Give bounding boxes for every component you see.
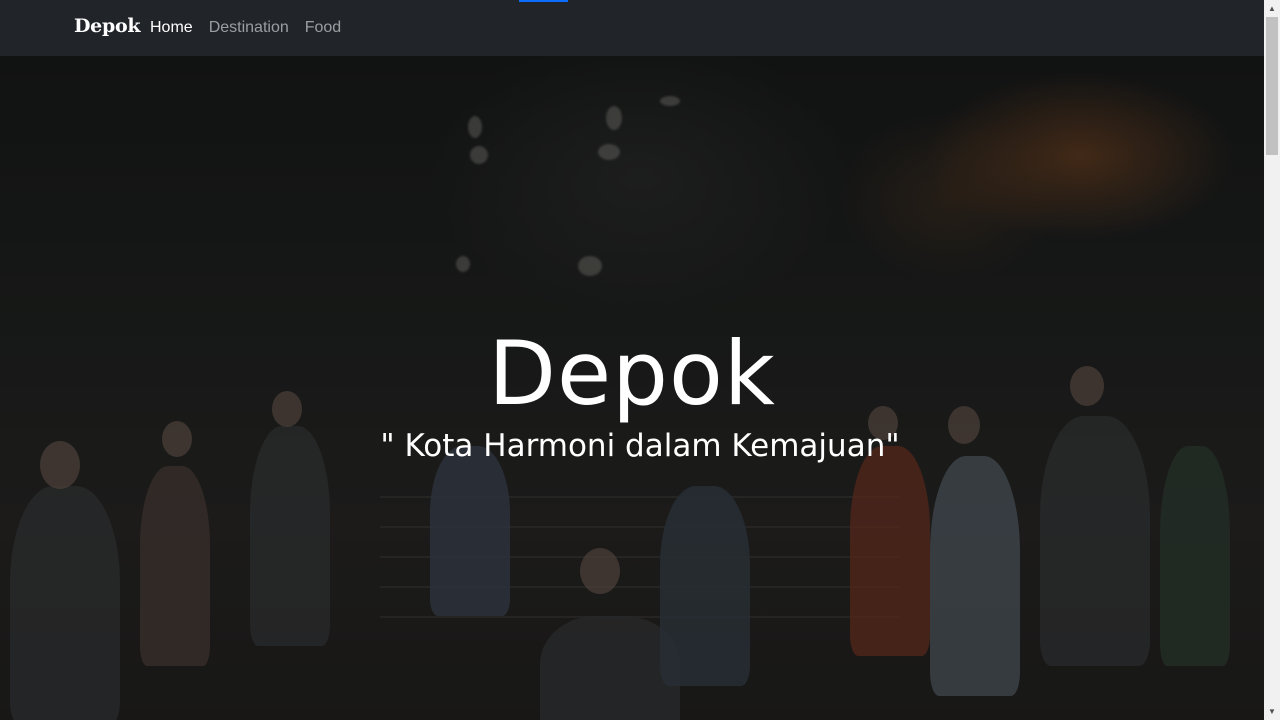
hero-tagline: " Kota Harmoni dalam Kemajuan" bbox=[380, 428, 900, 464]
page: Depok Home Destination Food Depok " Kota… bbox=[0, 0, 1264, 720]
nav-link-food[interactable]: Food bbox=[305, 19, 341, 37]
nav-link-destination[interactable]: Destination bbox=[209, 19, 289, 37]
scroll-down-arrow-icon[interactable]: ▼ bbox=[1264, 703, 1280, 720]
vertical-scrollbar[interactable]: ▲ ▼ bbox=[1264, 0, 1280, 720]
nav-link-home[interactable]: Home bbox=[150, 19, 193, 37]
hero-title: Depok bbox=[488, 321, 776, 425]
scrollbar-thumb[interactable] bbox=[1266, 17, 1278, 155]
navbar: Depok Home Destination Food bbox=[0, 0, 1264, 56]
hero-section: Depok " Kota Harmoni dalam Kemajuan" bbox=[0, 56, 1264, 720]
focus-indicator bbox=[519, 0, 568, 2]
brand-logo[interactable]: Depok bbox=[74, 15, 141, 37]
nav-links: Home Destination Food bbox=[150, 0, 341, 56]
scroll-up-arrow-icon[interactable]: ▲ bbox=[1264, 0, 1280, 17]
